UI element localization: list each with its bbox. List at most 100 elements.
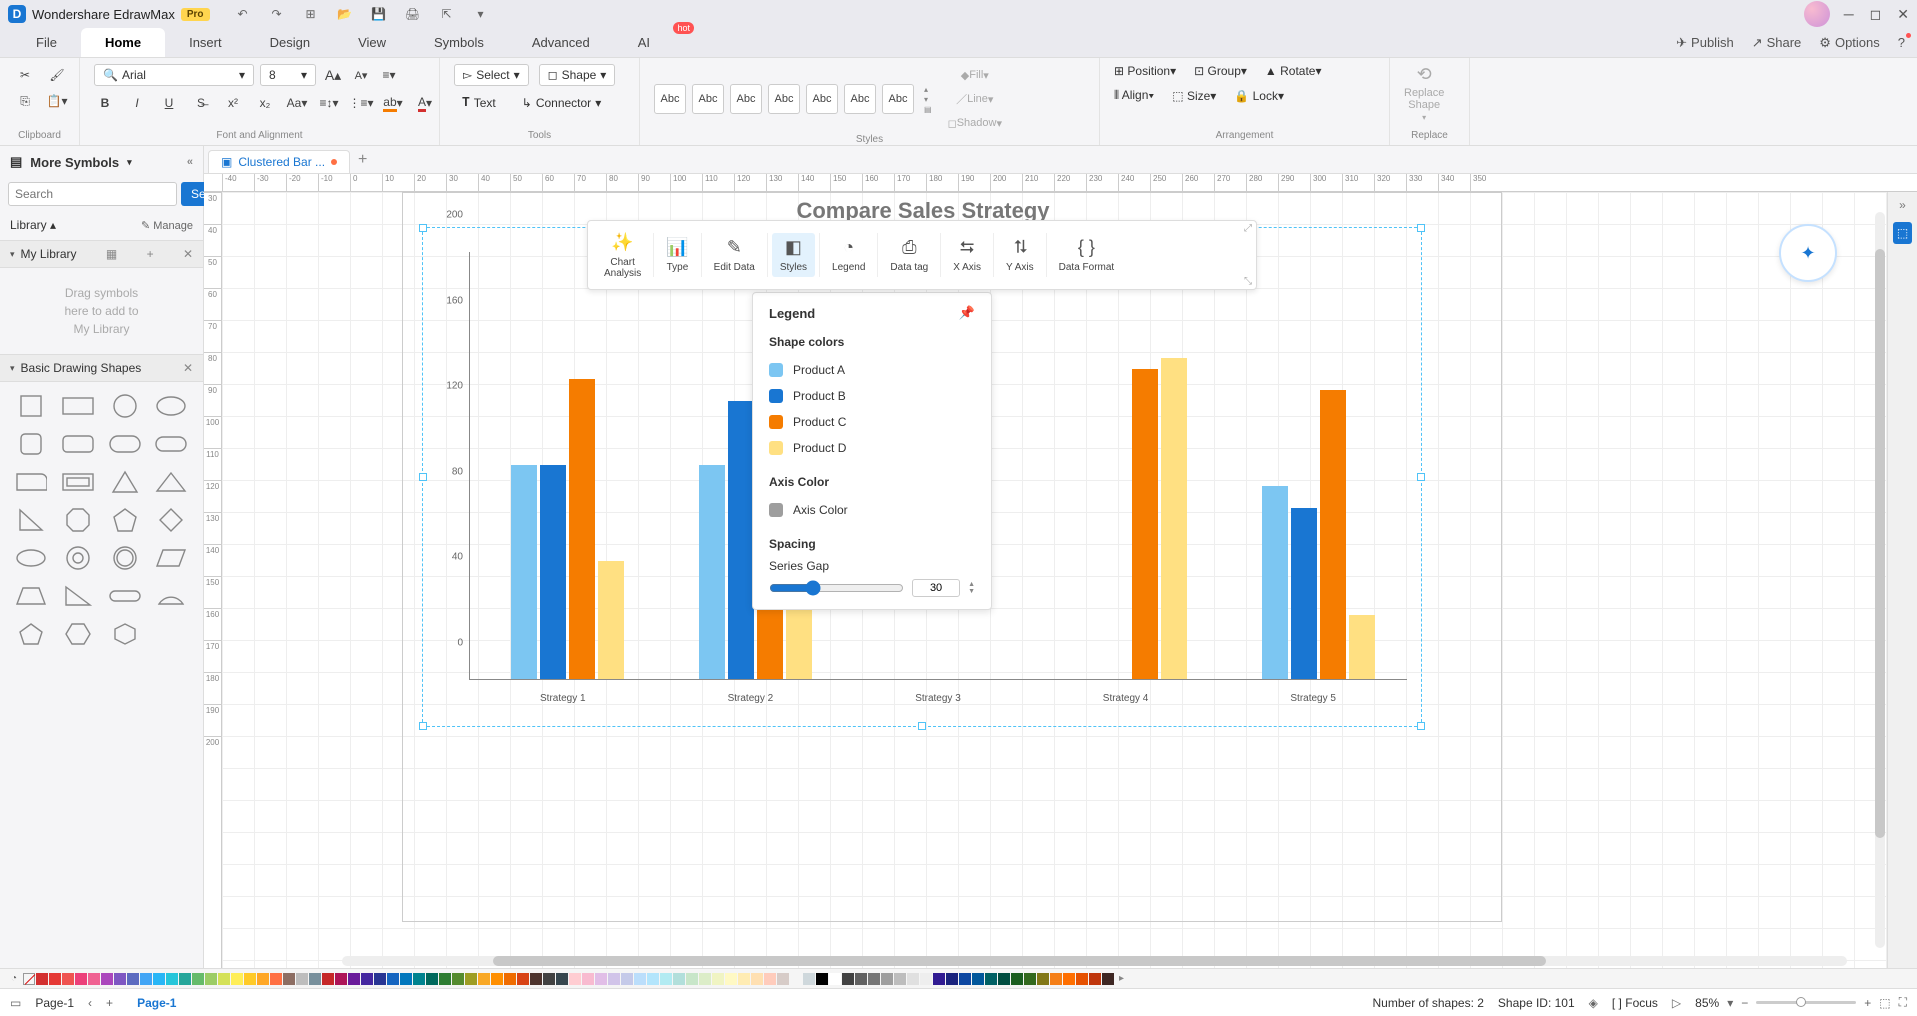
export-icon[interactable]: ⇱ xyxy=(436,3,458,25)
lock-button[interactable]: 🔒 Lock▾ xyxy=(1234,89,1284,103)
shape-rounded-square[interactable] xyxy=(12,430,50,458)
page-layout-icon[interactable]: ▭ xyxy=(10,996,21,1010)
section-caret-icon[interactable]: ▾ xyxy=(10,249,15,260)
play-icon[interactable]: ▷ xyxy=(1672,996,1681,1010)
toolbar-close-icon[interactable]: ⤢ xyxy=(1244,223,1252,234)
chart-tool-chart-analysis[interactable]: ✨Chart Analysis xyxy=(596,228,649,283)
text-tool[interactable]: 𝐓 Text xyxy=(454,92,504,113)
color-swatch[interactable] xyxy=(1011,973,1023,985)
format-painter-icon[interactable]: 🖌 xyxy=(46,64,68,86)
bar[interactable] xyxy=(540,465,566,679)
shape-tool[interactable]: ◻ Shape ▾ xyxy=(539,64,616,86)
qat-more-icon[interactable]: ▾ xyxy=(470,3,492,25)
style-swatch[interactable]: Abc xyxy=(768,84,800,114)
color-swatch[interactable] xyxy=(413,973,425,985)
legend-item[interactable]: Product C xyxy=(769,409,975,435)
superscript-icon[interactable]: x² xyxy=(222,92,244,114)
color-swatch[interactable] xyxy=(712,973,724,985)
style-swatch[interactable]: Abc xyxy=(844,84,876,114)
bar[interactable] xyxy=(511,465,537,679)
publish-link[interactable]: ✈ Publish xyxy=(1676,35,1734,51)
color-swatch[interactable] xyxy=(491,973,503,985)
color-swatch[interactable] xyxy=(829,973,841,985)
color-swatch[interactable] xyxy=(790,973,802,985)
print-icon[interactable]: 🖨 xyxy=(402,3,424,25)
resize-handle[interactable] xyxy=(1417,473,1425,481)
legend-color-swatch[interactable] xyxy=(769,363,783,377)
symbol-search-input[interactable] xyxy=(8,182,177,206)
canvas[interactable]: Compare Sales Strategy 04080120160200 St… xyxy=(222,192,1887,968)
color-swatch[interactable] xyxy=(1024,973,1036,985)
shape-parallelogram[interactable] xyxy=(152,544,190,572)
navigator-widget[interactable]: ✦ xyxy=(1779,224,1837,282)
save-icon[interactable]: 💾 xyxy=(368,3,390,25)
legend-color-swatch[interactable] xyxy=(769,441,783,455)
color-swatch[interactable] xyxy=(595,973,607,985)
color-swatch[interactable] xyxy=(634,973,646,985)
series-gap-slider[interactable] xyxy=(769,580,904,596)
open-icon[interactable]: 📂 xyxy=(334,3,356,25)
shape-rounded-rect-2[interactable] xyxy=(106,430,144,458)
redo-icon[interactable]: ↷ xyxy=(266,3,288,25)
chart-tool-edit-data[interactable]: ✎Edit Data xyxy=(706,233,763,277)
color-swatch[interactable] xyxy=(777,973,789,985)
color-swatch[interactable] xyxy=(1063,973,1075,985)
menu-tab-advanced[interactable]: Advanced xyxy=(508,28,614,57)
color-swatch[interactable] xyxy=(1076,973,1088,985)
color-swatch[interactable] xyxy=(803,973,815,985)
bar[interactable] xyxy=(569,379,595,679)
color-swatch[interactable] xyxy=(309,973,321,985)
bar[interactable] xyxy=(1262,486,1288,679)
color-swatch[interactable] xyxy=(322,973,334,985)
color-swatch[interactable] xyxy=(946,973,958,985)
color-swatch[interactable] xyxy=(959,973,971,985)
legend-color-swatch[interactable] xyxy=(769,415,783,429)
options-link[interactable]: ⚙ Options xyxy=(1819,35,1879,51)
shape-donut[interactable] xyxy=(59,544,97,572)
bar[interactable] xyxy=(1349,615,1375,679)
share-link[interactable]: ↗ Share xyxy=(1752,35,1802,51)
color-swatch[interactable] xyxy=(361,973,373,985)
spin-up-icon[interactable]: ▲ xyxy=(968,581,975,588)
color-swatch[interactable] xyxy=(751,973,763,985)
color-swatch[interactable] xyxy=(868,973,880,985)
bar[interactable] xyxy=(728,401,754,679)
color-swatch[interactable] xyxy=(530,973,542,985)
color-swatch[interactable] xyxy=(114,973,126,985)
case-icon[interactable]: Aa▾ xyxy=(286,92,308,114)
color-swatch[interactable] xyxy=(478,973,490,985)
style-swatch[interactable]: Abc xyxy=(882,84,914,114)
color-swatch[interactable] xyxy=(686,973,698,985)
user-avatar[interactable] xyxy=(1804,1,1830,27)
shape-pill[interactable] xyxy=(152,430,190,458)
shape-right-triangle[interactable] xyxy=(12,506,50,534)
styles-more-icon[interactable]: ▤ xyxy=(924,105,932,114)
eyedropper-icon[interactable]: ◔ xyxy=(6,972,22,986)
palette-more-icon[interactable]: ▸ xyxy=(1119,973,1124,984)
vertical-scrollbar[interactable] xyxy=(1875,212,1885,948)
color-swatch[interactable] xyxy=(374,973,386,985)
connector-tool[interactable]: ↳ Connector ▾ xyxy=(514,93,609,113)
color-swatch[interactable] xyxy=(920,973,932,985)
color-swatch[interactable] xyxy=(608,973,620,985)
resize-handle[interactable] xyxy=(1417,224,1425,232)
grid-view-icon[interactable]: ▦ xyxy=(106,247,117,261)
rotate-button[interactable]: ▲ Rotate▾ xyxy=(1265,64,1322,78)
new-icon[interactable]: ⊞ xyxy=(300,3,322,25)
strikethrough-icon[interactable]: S̶ xyxy=(190,92,212,114)
color-swatch[interactable] xyxy=(855,973,867,985)
zoom-out-icon[interactable]: − xyxy=(1741,996,1748,1010)
bar[interactable] xyxy=(699,465,725,679)
color-swatch[interactable] xyxy=(270,973,282,985)
shape-stadium[interactable] xyxy=(106,582,144,610)
size-button[interactable]: ⬚ Size▾ xyxy=(1172,89,1216,103)
close-lib-icon[interactable]: ✕ xyxy=(183,247,193,261)
color-swatch[interactable] xyxy=(296,973,308,985)
style-swatch[interactable]: Abc xyxy=(730,84,762,114)
menu-tab-file[interactable]: File xyxy=(12,28,81,57)
spin-down-icon[interactable]: ▼ xyxy=(968,588,975,595)
shape-rounded-rect[interactable] xyxy=(59,430,97,458)
zoom-in-icon[interactable]: + xyxy=(1864,996,1871,1010)
color-swatch[interactable] xyxy=(517,973,529,985)
chart-tool-data-tag[interactable]: ⎙Data tag xyxy=(882,233,936,277)
